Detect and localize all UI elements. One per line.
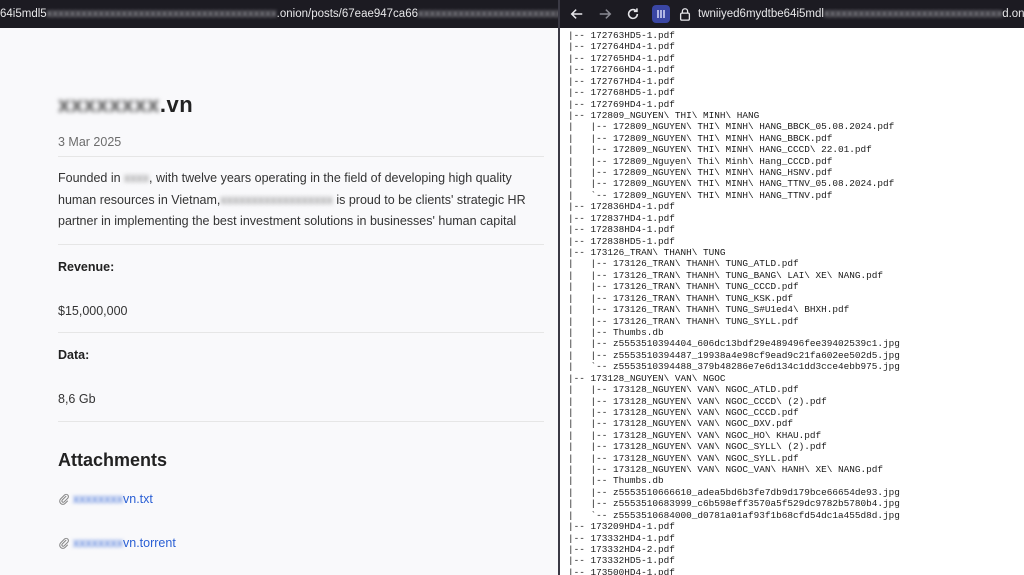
file-tree-line: |-- 172767HD4-1.pdf bbox=[568, 75, 675, 87]
file-tree-line: | |-- 172809_Nguyen\ Thi\ Minh\ Hang_CCC… bbox=[568, 155, 833, 167]
description-part-1: Founded in bbox=[58, 171, 125, 185]
revenue-value: $15,000,000 bbox=[58, 304, 128, 318]
divider bbox=[58, 244, 544, 245]
file-tree-line: | |-- z5553510666610_adea5bd6b3fe7db9d17… bbox=[568, 486, 900, 498]
file-tree-line: | |-- 173126_TRAN\ THANH\ TUNG_KSK.pdf bbox=[568, 292, 794, 304]
attachment-name-redacted: xxxxxxxx bbox=[73, 492, 123, 506]
file-tree-line: |-- 172838HD5-1.pdf bbox=[568, 235, 675, 247]
file-tree-line: | |-- Thumbs.db bbox=[568, 326, 664, 338]
left-browser-window: 64i5mdl5xxxxxxxxxxxxxxxxxxxxxxxxxxxxxxxx… bbox=[0, 0, 558, 575]
browser-toolbar: twniiyed6mydtbe64i5mdlxxxxxxxxxxxxxxxxxx… bbox=[560, 0, 1024, 28]
right-url-redacted: xxxxxxxxxxxxxxxxxxxxxxxxxxxxxxx bbox=[823, 8, 1003, 20]
company-description: Founded in xxxx, with twelve years opera… bbox=[58, 168, 544, 233]
file-tree-line: | |-- 172809_NGUYEN\ THI\ MINH\ HANG_TTN… bbox=[568, 178, 895, 190]
file-tree-line: |-- 173332HD5-1.pdf bbox=[568, 555, 675, 567]
reload-icon bbox=[627, 8, 639, 20]
left-url-start: 64i5mdl5 bbox=[0, 8, 47, 20]
file-tree-line: | |-- 173126_TRAN\ THANH\ TUNG_ATLD.pdf bbox=[568, 258, 799, 270]
file-tree-listing: |-- 172763HD5-1.pdf |-- 172764HD4-1.pdf |-… bbox=[568, 30, 900, 575]
file-tree-line: | |-- 173126_TRAN\ THANH\ TUNG_SYLL.pdf bbox=[568, 315, 799, 327]
file-tree-line: | |-- 173128_NGUYEN\ VAN\ NGOC_CCCD.pdf bbox=[568, 406, 799, 418]
description-redacted-2: xxxxxxxxxxxxxxxxxx bbox=[220, 192, 333, 207]
post-date: 3 Mar 2025 bbox=[58, 135, 122, 149]
divider bbox=[58, 156, 544, 157]
file-tree-line: | |-- 173128_NGUYEN\ VAN\ NGOC_SYLL\ (2)… bbox=[568, 441, 827, 453]
file-tree-line: |-- 172768HD5-1.pdf bbox=[568, 87, 675, 99]
right-url-start: twniiyed6mydtbe64i5mdl bbox=[698, 8, 824, 20]
tor-extension-button[interactable] bbox=[652, 5, 670, 23]
attachments-heading: Attachments bbox=[58, 450, 168, 470]
file-tree-line: | |-- 172809_NGUYEN\ THI\ MINH\ HANG_BBC… bbox=[568, 132, 833, 144]
file-tree-line: | |-- 173128_NGUYEN\ VAN\ NGOC_SYLL.pdf bbox=[568, 452, 799, 464]
file-tree-line: |-- 172836HD4-1.pdf bbox=[568, 201, 675, 213]
attachment-link-torrent[interactable]: xxxxxxxxvn.torrent bbox=[58, 536, 176, 550]
file-tree-line: |-- 172769HD4-1.pdf bbox=[568, 98, 675, 110]
divider bbox=[58, 421, 544, 422]
lock-icon bbox=[679, 8, 691, 21]
revenue-label: Revenue: bbox=[58, 260, 115, 274]
file-tree-line: | |-- 172809_NGUYEN\ THI\ MINH\ HANG_BBC… bbox=[568, 121, 895, 133]
file-tree-line: |-- 172766HD4-1.pdf bbox=[568, 64, 675, 76]
reload-button[interactable] bbox=[622, 3, 644, 25]
victim-site-title: xxxxxxxx.vn bbox=[58, 92, 193, 118]
forward-button[interactable] bbox=[594, 3, 616, 25]
file-tree-line: | |-- 172809_NGUYEN\ THI\ MINH\ HANG_HSN… bbox=[568, 167, 833, 179]
attachment-link-txt[interactable]: xxxxxxxxvn.txt bbox=[58, 492, 153, 506]
left-url-tail-redacted: xxxxxxxxxxxxxxxxxxxxxxxxxxxxxxxxxxxxxxx bbox=[418, 8, 558, 20]
file-tree-line: | |-- 173128_NGUYEN\ VAN\ NGOC_HO\ KHAU.… bbox=[568, 429, 822, 441]
file-tree-line: | |-- z5553510394487_19938a4e98cf9ead9c2… bbox=[568, 349, 900, 361]
file-tree-line: |-- 172763HD5-1.pdf bbox=[568, 30, 675, 41]
site-title-tld: .vn bbox=[159, 92, 194, 117]
file-tree-line: | |-- 172809_NGUYEN\ THI\ MINH\ HANG_CCC… bbox=[568, 144, 872, 156]
file-tree-line: | |-- 173128_NGUYEN\ VAN\ NGOC_VAN\ HANH… bbox=[568, 464, 884, 476]
file-tree-line: |-- 173332HD4-2.pdf bbox=[568, 543, 675, 555]
file-tree-line: | |-- Thumbs.db bbox=[568, 475, 664, 487]
back-button[interactable] bbox=[566, 3, 588, 25]
file-tree-line: |-- 172765HD4-1.pdf bbox=[568, 52, 675, 64]
left-address-bar[interactable]: 64i5mdl5xxxxxxxxxxxxxxxxxxxxxxxxxxxxxxxx… bbox=[0, 0, 558, 28]
arrow-right-icon bbox=[599, 9, 612, 19]
right-url-end: d.onion/ bbox=[1002, 8, 1024, 20]
file-tree-line: |-- 172838HD4-1.pdf bbox=[568, 224, 675, 236]
arrow-left-icon bbox=[570, 9, 583, 19]
file-tree-line: | |-- z5553510394404_606dc13bdf29e489496… bbox=[568, 338, 900, 350]
paperclip-icon bbox=[59, 493, 69, 505]
right-browser-window: twniiyed6mydtbe64i5mdlxxxxxxxxxxxxxxxxxx… bbox=[560, 0, 1024, 575]
attachment-suffix: vn.torrent bbox=[123, 536, 176, 550]
file-tree-line: |-- 173500HD4-1.pdf bbox=[568, 566, 675, 575]
description-redacted-1: xxxx bbox=[124, 171, 150, 185]
file-tree-line: |-- 173128_NGUYEN\ VAN\ NGOC bbox=[568, 372, 726, 384]
file-tree-line: | `-- 172809_NGUYEN\ THI\ MINH\ HANG_TTN… bbox=[568, 189, 833, 201]
file-tree-line: |-- 173126_TRAN\ THANH\ TUNG bbox=[568, 247, 726, 259]
left-url-redacted: xxxxxxxxxxxxxxxxxxxxxxxxxxxxxxxxxxxxxxxx bbox=[46, 8, 277, 20]
data-label: Data: bbox=[58, 348, 90, 362]
tor-extension-icon bbox=[657, 10, 665, 18]
file-tree-line: | |-- 173128_NGUYEN\ VAN\ NGOC_CCCD\ (2)… bbox=[568, 395, 827, 407]
file-tree-line: | |-- z5553510683999_c6b598eff3570a5f529… bbox=[568, 498, 900, 510]
site-info-button[interactable] bbox=[678, 7, 692, 21]
file-tree-line: |-- 173332HD4-1.pdf bbox=[568, 532, 675, 544]
file-tree-line: | |-- 173128_NGUYEN\ VAN\ NGOC_DXV.pdf bbox=[568, 418, 794, 430]
paperclip-icon bbox=[59, 537, 69, 549]
data-size-value: 8,6 Gb bbox=[58, 392, 96, 406]
right-address-bar[interactable]: twniiyed6mydtbe64i5mdlxxxxxxxxxxxxxxxxxx… bbox=[698, 8, 1024, 20]
file-tree-line: | |-- 173126_TRAN\ THANH\ TUNG_CCCD.pdf bbox=[568, 281, 799, 293]
divider bbox=[58, 332, 544, 333]
site-title-redacted: xxxxxxxx bbox=[58, 92, 160, 117]
file-tree-line: |-- 172837HD4-1.pdf bbox=[568, 212, 675, 224]
file-tree-line: |-- 172764HD4-1.pdf bbox=[568, 41, 675, 53]
attachment-name-redacted: xxxxxxxx bbox=[73, 536, 123, 550]
file-tree-line: | `-- z5553510684000_d0781a01af93f1b68cf… bbox=[568, 509, 900, 521]
attachment-suffix: vn.txt bbox=[123, 492, 153, 506]
file-tree-line: | |-- 173126_TRAN\ THANH\ TUNG_BANG\ LAI… bbox=[568, 269, 884, 281]
file-tree-line: | `-- z5553510394488_379b48286e7e6d134c1… bbox=[568, 361, 900, 373]
file-tree-line: |-- 172809_NGUYEN\ THI\ MINH\ HANG bbox=[568, 109, 760, 121]
file-tree-line: | |-- 173128_NGUYEN\ VAN\ NGOC_ATLD.pdf bbox=[568, 384, 799, 396]
left-url-domain: .onion/posts/67eae947ca66 bbox=[276, 8, 418, 20]
file-tree-line: | |-- 173126_TRAN\ THANH\ TUNG_S#U1ed4\ … bbox=[568, 304, 850, 316]
file-tree-line: |-- 173209HD4-1.pdf bbox=[568, 521, 675, 533]
